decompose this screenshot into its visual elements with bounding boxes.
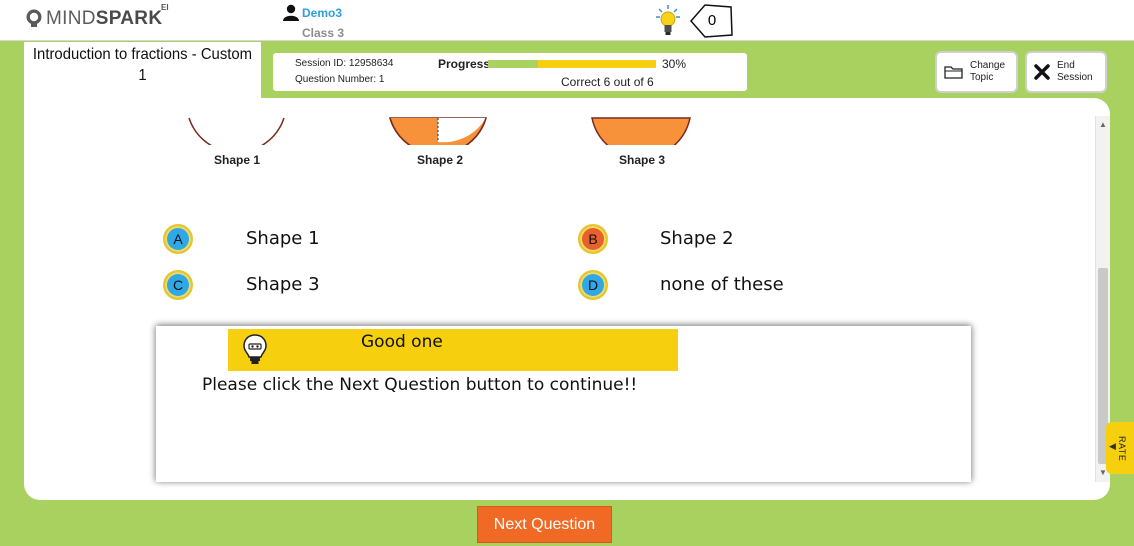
logo-text-bold: SPARK	[95, 8, 163, 29]
option-b-text[interactable]: Shape 2	[660, 228, 734, 249]
option-c-button[interactable]: C	[163, 270, 193, 300]
option-d-letter: D	[587, 277, 599, 293]
shape-1-label: Shape 1	[214, 153, 261, 167]
progress-bar	[488, 60, 656, 68]
shape-3-label: Shape 3	[619, 153, 666, 167]
logo-text-light: MIND	[46, 8, 96, 29]
option-d-text[interactable]: none of these	[660, 274, 784, 295]
option-b-letter: B	[588, 231, 598, 247]
sparkie-bulb-icon[interactable]	[655, 4, 681, 38]
rate-arrow-icon: ◀	[1109, 441, 1116, 451]
next-question-button[interactable]: Next Question	[477, 506, 612, 543]
end-session-label-1: End	[1057, 60, 1075, 71]
topic-title-line2: 1	[138, 67, 147, 84]
topic-title-line1: Introduction to fractions - Custom	[32, 46, 253, 63]
session-id: Session ID: 12958634	[295, 58, 394, 69]
change-topic-button[interactable]: Change Topic	[935, 51, 1018, 93]
smiling-bulb-icon	[243, 334, 267, 364]
topic-title: Introduction to fractions - Custom 1	[32, 44, 252, 86]
rate-tab[interactable]: ◀ RATE	[1106, 422, 1134, 474]
top-bar: MINDSPARK EI Demo3 Class 3 0	[0, 0, 1134, 41]
change-topic-label-1: Change	[970, 60, 1006, 71]
shape-2-label: Shape 2	[417, 153, 464, 167]
scroll-up-arrow-icon[interactable]: ▲	[1096, 120, 1110, 129]
shape-3-figure	[591, 117, 691, 145]
logo-superscript: EI	[161, 3, 169, 12]
sparkie-count: 0	[707, 12, 717, 29]
folder-icon	[944, 66, 963, 79]
user-class: Class 3	[302, 26, 345, 40]
progress-percent: 30%	[662, 57, 687, 71]
user-icon	[283, 4, 299, 21]
feedback-title: Good one	[361, 332, 443, 352]
option-c-text[interactable]: Shape 3	[246, 274, 320, 295]
option-d-button[interactable]: D	[578, 270, 608, 300]
sparkie-counter: 0	[689, 3, 735, 39]
option-a-button[interactable]: A	[163, 224, 193, 254]
shape-1-figure	[188, 117, 285, 145]
option-a-letter: A	[173, 231, 183, 247]
bulb-logo-icon	[26, 9, 42, 27]
option-c-letter: C	[172, 277, 184, 293]
feedback-banner	[228, 329, 678, 371]
rate-label: RATE	[1117, 436, 1127, 462]
shape-figures	[188, 117, 691, 145]
change-topic-label-2: Topic	[970, 72, 994, 83]
feedback-message: Please click the Next Question button to…	[202, 375, 638, 395]
option-b-button[interactable]: B	[578, 224, 608, 254]
progress-bar-fill	[488, 60, 539, 68]
progress-label: Progress	[438, 57, 491, 71]
end-session-button[interactable]: End Session	[1025, 51, 1107, 93]
end-session-label-2: Session	[1057, 72, 1093, 83]
close-icon	[1034, 64, 1050, 80]
correct-count: Correct 6 out of 6	[561, 75, 654, 89]
question-number: Question Number: 1	[295, 74, 385, 85]
mindspark-logo: MINDSPARK EI	[25, 3, 169, 30]
option-a-text[interactable]: Shape 1	[246, 228, 320, 249]
user-name[interactable]: Demo3	[302, 6, 342, 20]
